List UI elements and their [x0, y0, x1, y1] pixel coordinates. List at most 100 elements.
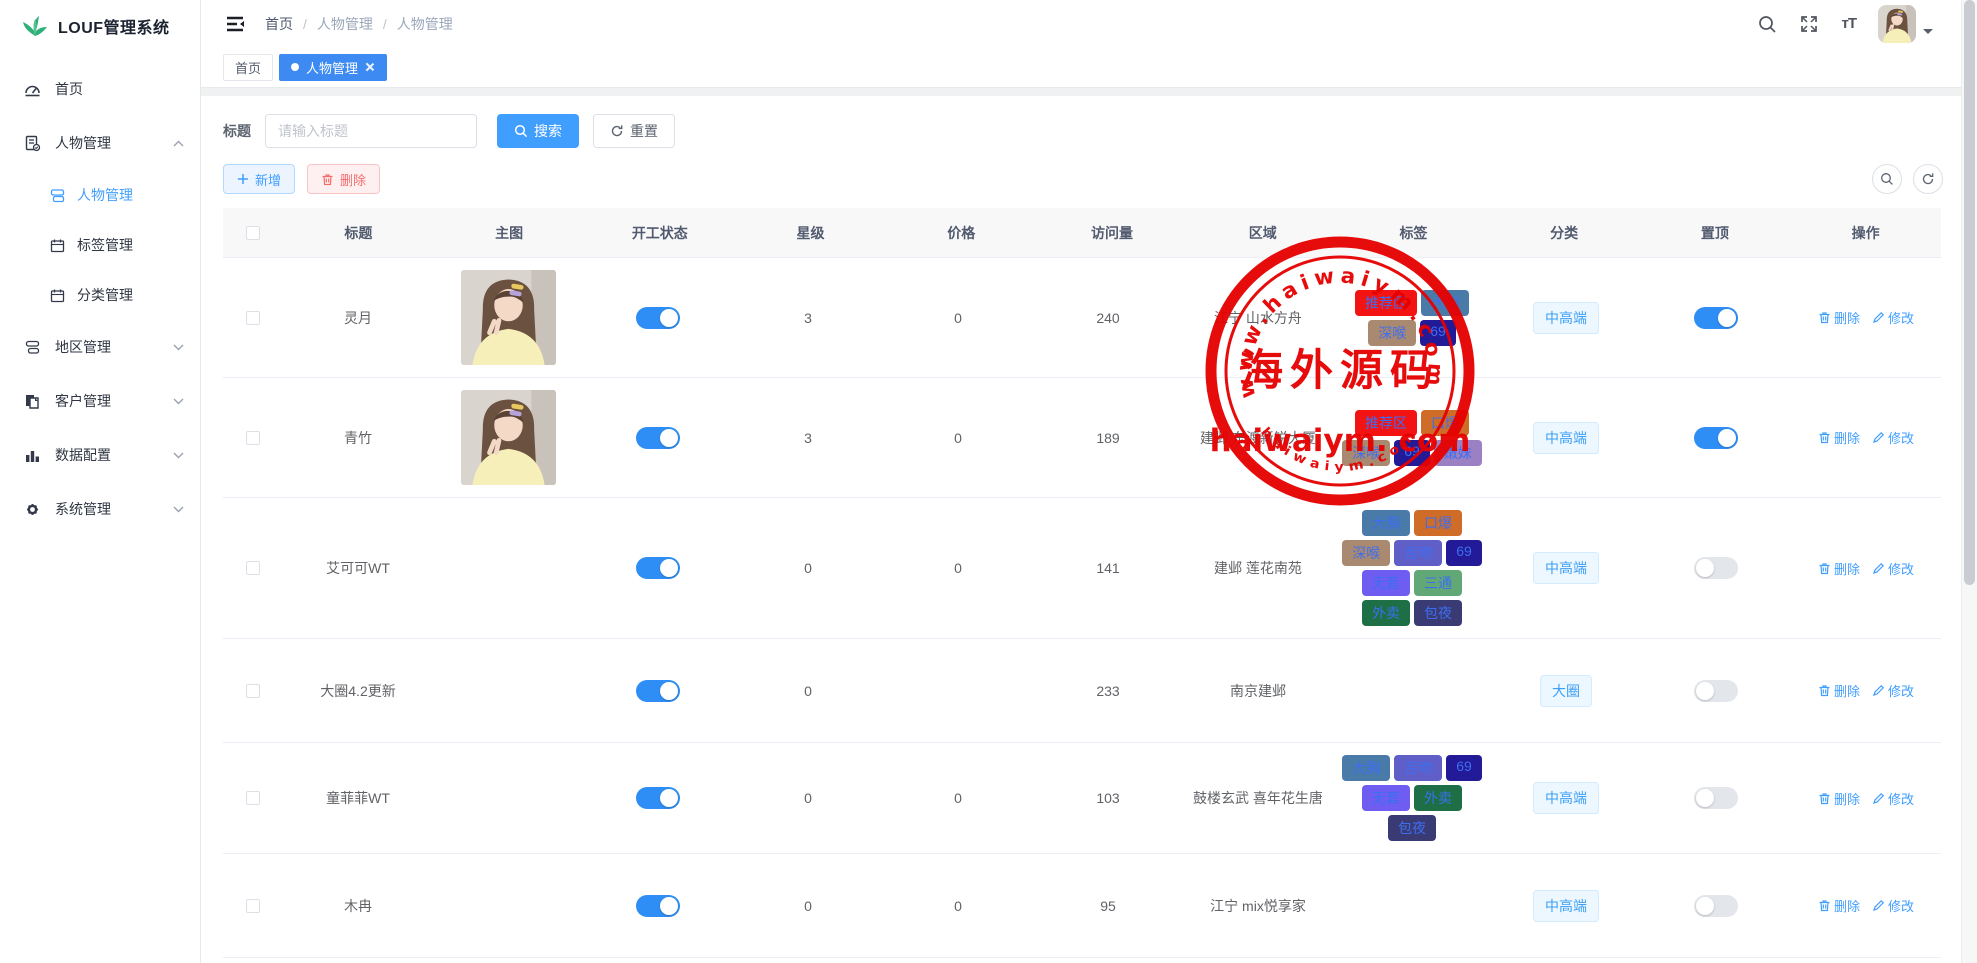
reset-button-label: 重置	[630, 121, 658, 141]
tag[interactable]: 深喉	[1342, 540, 1390, 566]
add-button[interactable]: 新增	[223, 164, 295, 194]
sidebar-item-region-mgmt[interactable]: 地区管理	[0, 320, 200, 374]
trash-icon	[321, 173, 334, 186]
menu-fold-icon[interactable]	[225, 14, 245, 34]
status-toggle[interactable]	[636, 895, 680, 917]
sidebar-subitem-category-mgmt[interactable]: 分类管理	[0, 270, 200, 320]
tag[interactable]: 舌吻	[1394, 755, 1442, 781]
status-toggle[interactable]	[636, 787, 680, 809]
tag[interactable]: 外卖	[1414, 785, 1462, 811]
user-avatar[interactable]	[1878, 5, 1916, 43]
select-all-checkbox[interactable]	[246, 226, 260, 240]
edit-link[interactable]: 修改	[1872, 308, 1914, 327]
status-toggle[interactable]	[636, 680, 680, 702]
tag[interactable]: 大胸	[1421, 290, 1469, 316]
sidebar-item-person-mgmt[interactable]: 人物管理	[0, 116, 200, 170]
tag[interactable]: 嫩妹	[1434, 440, 1482, 466]
delete-link[interactable]: 删除	[1818, 681, 1860, 700]
breadcrumb-item[interactable]: 人物管理	[397, 14, 453, 34]
row-checkbox[interactable]	[246, 561, 260, 575]
sidebar-item-label: 系统管理	[55, 499, 159, 519]
status-toggle[interactable]	[636, 557, 680, 579]
cell-title: 大圈4.2更新	[283, 669, 433, 713]
font-size-icon[interactable]: тT	[1841, 15, 1856, 32]
row-checkbox[interactable]	[246, 684, 260, 698]
row-checkbox[interactable]	[246, 431, 260, 445]
sidebar-subitem-person-mgmt[interactable]: 人物管理	[0, 170, 200, 220]
user-menu[interactable]	[1878, 5, 1933, 43]
tab-person-mgmt[interactable]: 人物管理	[279, 54, 387, 81]
tag[interactable]: 大胸	[1362, 510, 1410, 536]
column-search-button[interactable]	[1872, 164, 1902, 194]
top-toggle[interactable]	[1694, 307, 1738, 329]
edit-link[interactable]: 修改	[1872, 428, 1914, 447]
trash-icon	[1818, 684, 1831, 697]
tag[interactable]: 69	[1446, 540, 1482, 566]
tag[interactable]: 深喉	[1342, 440, 1390, 466]
trash-icon	[1818, 431, 1831, 444]
tab-bar: 首页 人物管理	[201, 47, 1977, 87]
tag[interactable]: 口爆	[1414, 510, 1462, 536]
delete-link[interactable]: 删除	[1818, 896, 1860, 915]
tab-home[interactable]: 首页	[223, 54, 273, 81]
tag[interactable]: 69	[1446, 755, 1482, 781]
sidebar-item-system-mgmt[interactable]: 系统管理	[0, 482, 200, 536]
sidebar-item-customer-mgmt[interactable]: 客户管理	[0, 374, 200, 428]
pencil-icon	[1872, 311, 1885, 324]
cell-visits: 141	[1033, 548, 1183, 588]
scrollbar-thumb[interactable]	[1964, 0, 1975, 585]
tag[interactable]: 大胸	[1342, 755, 1390, 781]
tag[interactable]: 舌吻	[1394, 540, 1442, 566]
delete-link[interactable]: 删除	[1818, 559, 1860, 578]
row-checkbox[interactable]	[246, 791, 260, 805]
sidebar-subitem-tag-mgmt[interactable]: 标签管理	[0, 220, 200, 270]
edit-link[interactable]: 修改	[1872, 896, 1914, 915]
delete-link[interactable]: 删除	[1818, 428, 1860, 447]
tag[interactable]: 推荐区	[1355, 290, 1417, 316]
table-toolbar: 新增 删除	[223, 164, 1977, 194]
breadcrumb-item[interactable]: 人物管理	[317, 14, 373, 34]
tag[interactable]: 深喉	[1368, 320, 1416, 346]
sidebar-item-data-config[interactable]: 数据配置	[0, 428, 200, 482]
refresh-table-button[interactable]	[1913, 164, 1943, 194]
delete-link[interactable]: 删除	[1818, 308, 1860, 327]
tag[interactable]: 口爆	[1421, 410, 1469, 436]
tag[interactable]: 三通	[1414, 570, 1462, 596]
caret-down-icon	[1923, 29, 1933, 39]
row-checkbox[interactable]	[246, 311, 260, 325]
tag[interactable]: 69	[1394, 440, 1430, 466]
delete-link[interactable]: 删除	[1818, 789, 1860, 808]
tag[interactable]: 无套	[1362, 785, 1410, 811]
search-button[interactable]: 搜索	[497, 114, 579, 148]
tag[interactable]: 69	[1420, 320, 1456, 346]
top-toggle[interactable]	[1694, 427, 1738, 449]
row-checkbox[interactable]	[246, 899, 260, 913]
title-search-input[interactable]	[265, 114, 477, 148]
breadcrumb-item[interactable]: 首页	[265, 14, 293, 34]
close-icon[interactable]	[365, 62, 375, 72]
tag[interactable]: 外卖	[1362, 600, 1410, 626]
top-toggle[interactable]	[1694, 557, 1738, 579]
search-icon[interactable]	[1757, 14, 1777, 34]
edit-link[interactable]: 修改	[1872, 559, 1914, 578]
top-toggle[interactable]	[1694, 895, 1738, 917]
cell-star: 0	[733, 886, 883, 926]
vertical-scrollbar[interactable]	[1961, 0, 1977, 963]
tag[interactable]: 包夜	[1388, 815, 1436, 841]
trash-icon	[1818, 899, 1831, 912]
edit-link[interactable]: 修改	[1872, 681, 1914, 700]
col-region: 区域	[1187, 223, 1338, 243]
status-toggle[interactable]	[636, 307, 680, 329]
top-toggle[interactable]	[1694, 787, 1738, 809]
reset-button[interactable]: 重置	[593, 114, 675, 148]
tag[interactable]: 无套	[1362, 570, 1410, 596]
fullscreen-icon[interactable]	[1799, 14, 1819, 34]
col-tags: 标签	[1338, 223, 1489, 243]
top-toggle[interactable]	[1694, 680, 1738, 702]
sidebar-item-home[interactable]: 首页	[0, 62, 200, 116]
edit-link[interactable]: 修改	[1872, 789, 1914, 808]
tag[interactable]: 包夜	[1414, 600, 1462, 626]
tag[interactable]: 推荐区	[1355, 410, 1417, 436]
delete-button[interactable]: 删除	[307, 164, 380, 194]
status-toggle[interactable]	[636, 427, 680, 449]
